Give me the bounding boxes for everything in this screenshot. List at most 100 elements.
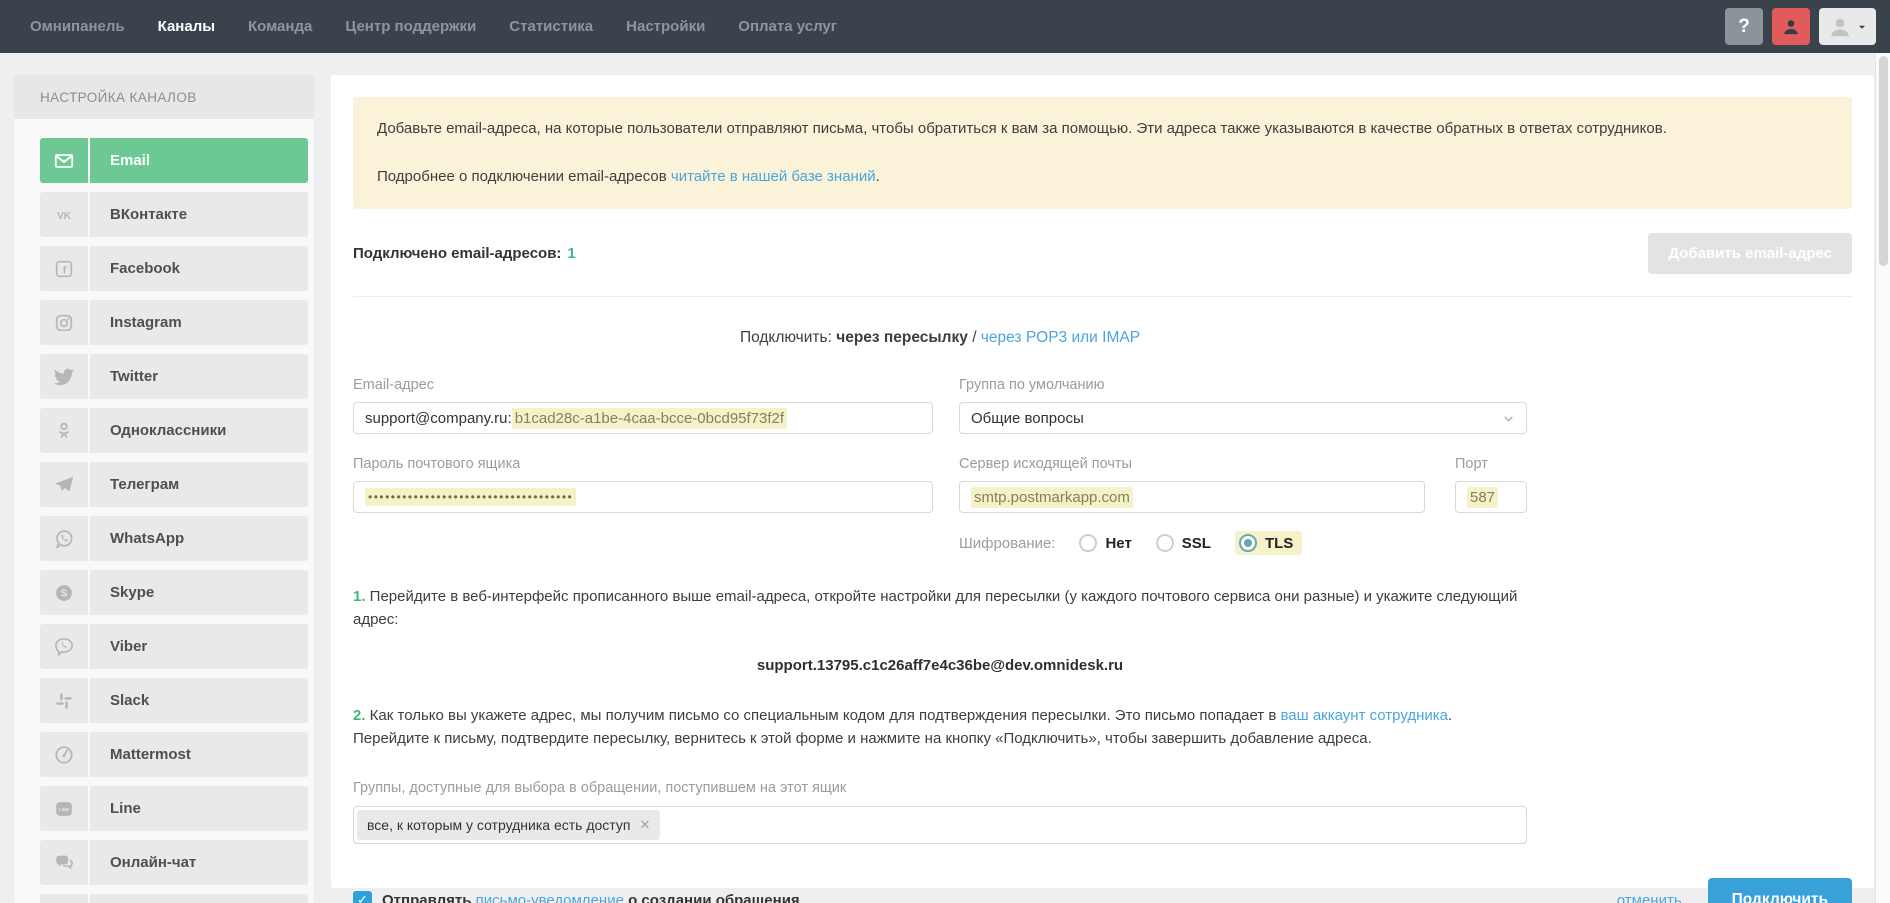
info-box: Добавьте email-адреса, на которые пользо… <box>353 97 1852 209</box>
email-field-label: Email-адрес <box>353 377 933 393</box>
connect-mode-switch: Подключить: через пересылку / через POP3… <box>353 329 1527 347</box>
skype-icon: S <box>40 570 88 615</box>
forwarding-address: support.13795.c1c26aff7e4c36be@dev.omnid… <box>353 657 1527 674</box>
encryption-group: Шифрование: Нет SSL TLS <box>959 531 1527 555</box>
sidebar-item-vkontakte[interactable]: VK ВКонтакте <box>40 192 308 237</box>
step-2: 2. Как только вы укажете адрес, мы получ… <box>353 704 1527 750</box>
connect-button[interactable]: Подключить <box>1708 878 1852 903</box>
add-email-button[interactable]: Добавить email-адрес <box>1648 233 1852 274</box>
nav-item-settings[interactable]: Настройки <box>626 18 705 35</box>
encryption-label: Шифрование: <box>959 535 1055 552</box>
sidebar-item-odnoklassniki[interactable]: Одноклассники <box>40 408 308 453</box>
radio-icon <box>1079 534 1097 552</box>
encryption-radio-ssl[interactable]: SSL <box>1156 534 1211 552</box>
person-icon <box>1780 16 1802 38</box>
top-nav: Омнипанель Каналы Команда Центр поддержк… <box>0 0 1890 53</box>
group-tag-chip: все, к которым у сотрудника есть доступ … <box>357 810 660 840</box>
knowledge-base-link[interactable]: читайте в нашей базе знаний <box>671 168 876 185</box>
svg-text:S: S <box>61 588 68 599</box>
groups-field-label: Группы, доступные для выбора в обращении… <box>353 780 1527 796</box>
email-uuid-highlight: b1cad28c-a1be-4caa-bcce-0bcd95f73f2f <box>512 408 787 429</box>
phone-icon <box>40 894 88 903</box>
checkmark-icon: ✓ <box>357 892 368 903</box>
smtp-field-label: Сервер исходящей почты <box>959 456 1425 472</box>
sidebar-item-twitter[interactable]: Twitter <box>40 354 308 399</box>
radio-icon <box>1156 534 1174 552</box>
nav-item-billing[interactable]: Оплата услуг <box>738 18 837 35</box>
email-channel-panel: Добавьте email-адреса, на которые пользо… <box>331 75 1874 888</box>
nav-right-controls: ? <box>1725 8 1876 45</box>
password-field-label: Пароль почтового ящика <box>353 456 933 472</box>
viber-icon <box>40 624 88 669</box>
help-button[interactable]: ? <box>1725 8 1763 45</box>
port-field-label: Порт <box>1455 456 1527 472</box>
sidebar-item-email[interactable]: Email <box>40 138 308 183</box>
email-field[interactable]: support@company.ru:b1cad28c-a1be-4caa-bc… <box>353 402 933 434</box>
mattermost-icon <box>40 732 88 777</box>
port-field[interactable]: 587 <box>1455 481 1527 513</box>
info-text-1: Добавьте email-адреса, на которые пользо… <box>377 117 1828 141</box>
line-icon: LINE <box>40 786 88 831</box>
sidebar-item-facebook[interactable]: f Facebook <box>40 246 308 291</box>
svg-text:VK: VK <box>57 211 72 222</box>
sidebar-item-instagram[interactable]: Instagram <box>40 300 308 345</box>
sidebar-item-online-chat[interactable]: Онлайн-чат <box>40 840 308 885</box>
radio-checked-icon <box>1239 534 1257 552</box>
connected-count-value: 1 <box>567 245 575 262</box>
whatsapp-icon <box>40 516 88 561</box>
sidebar-title: НАСТРОЙКА КАНАЛОВ <box>14 75 314 119</box>
nav-item-support-center[interactable]: Центр поддержки <box>345 18 476 35</box>
channels-sidebar: НАСТРОЙКА КАНАЛОВ Email VK ВКонтакте f F… <box>14 75 314 903</box>
svg-text:f: f <box>63 264 67 276</box>
scrollbar[interactable] <box>1875 53 1890 903</box>
remove-tag-icon[interactable]: ✕ <box>639 817 650 833</box>
slack-icon <box>40 678 88 723</box>
chevron-down-icon <box>1502 412 1515 425</box>
default-group-select[interactable]: Общие вопросы <box>959 402 1527 434</box>
groups-tag-input[interactable]: все, к которым у сотрудника есть доступ … <box>353 806 1527 844</box>
account-alert-button[interactable] <box>1772 8 1810 45</box>
odnoklassniki-icon <box>40 408 88 453</box>
chat-icon <box>40 840 88 885</box>
password-dots: •••••••••••••••••••••••••••••••••••• <box>365 488 576 506</box>
chevron-down-icon <box>1856 21 1868 33</box>
connect-mode-pop3-imap-link[interactable]: через POP3 или IMAP <box>981 329 1140 346</box>
profile-menu-button[interactable] <box>1819 8 1876 45</box>
connected-count-label: Подключено email-адресов: <box>353 245 561 262</box>
notification-letter-link[interactable]: письмо-уведомление <box>476 892 624 903</box>
vk-icon: VK <box>40 192 88 237</box>
smtp-server-field[interactable]: smtp.postmarkapp.com <box>959 481 1425 513</box>
twitter-icon <box>40 354 88 399</box>
scrollbar-thumb[interactable] <box>1879 56 1888 266</box>
nav-item-omnipanel[interactable]: Омнипанель <box>30 18 125 35</box>
email-icon <box>40 138 88 183</box>
nav-item-channels[interactable]: Каналы <box>158 18 215 35</box>
connect-mode-forwarding: через пересылку <box>836 329 968 346</box>
cancel-link[interactable]: отменить <box>1617 892 1682 903</box>
sidebar-item-telephony[interactable]: Телефония <box>40 894 308 903</box>
sidebar-item-line[interactable]: LINE Line <box>40 786 308 831</box>
sidebar-item-mattermost[interactable]: Mattermost <box>40 732 308 777</box>
sidebar-item-slack[interactable]: Slack <box>40 678 308 723</box>
avatar-icon <box>1827 14 1853 40</box>
encryption-radio-tls[interactable]: TLS <box>1235 531 1302 555</box>
nav-item-statistics[interactable]: Статистика <box>509 18 593 35</box>
info-text-2: Подробнее о подключении email-адресов чи… <box>377 165 1828 189</box>
group-field-label: Группа по умолчанию <box>959 377 1527 393</box>
step-1: 1. Перейдите в веб-интерфейс прописанног… <box>353 585 1527 631</box>
sidebar-item-telegram[interactable]: Телеграм <box>40 462 308 507</box>
telegram-icon <box>40 462 88 507</box>
sidebar-item-skype[interactable]: S Skype <box>40 570 308 615</box>
encryption-radio-none[interactable]: Нет <box>1079 534 1131 552</box>
svg-text:LINE: LINE <box>59 807 69 812</box>
mailbox-password-field[interactable]: •••••••••••••••••••••••••••••••••••• <box>353 481 933 513</box>
nav-item-team[interactable]: Команда <box>248 18 312 35</box>
staff-account-link[interactable]: ваш аккаунт сотрудника <box>1280 707 1448 724</box>
facebook-icon: f <box>40 246 88 291</box>
sidebar-item-viber[interactable]: Viber <box>40 624 308 669</box>
email-connect-form: Подключить: через пересылку / через POP3… <box>353 329 1527 844</box>
section-divider <box>353 296 1852 297</box>
sidebar-item-whatsapp[interactable]: WhatsApp <box>40 516 308 561</box>
notify-checkbox[interactable]: ✓ <box>353 891 372 903</box>
instagram-icon <box>40 300 88 345</box>
